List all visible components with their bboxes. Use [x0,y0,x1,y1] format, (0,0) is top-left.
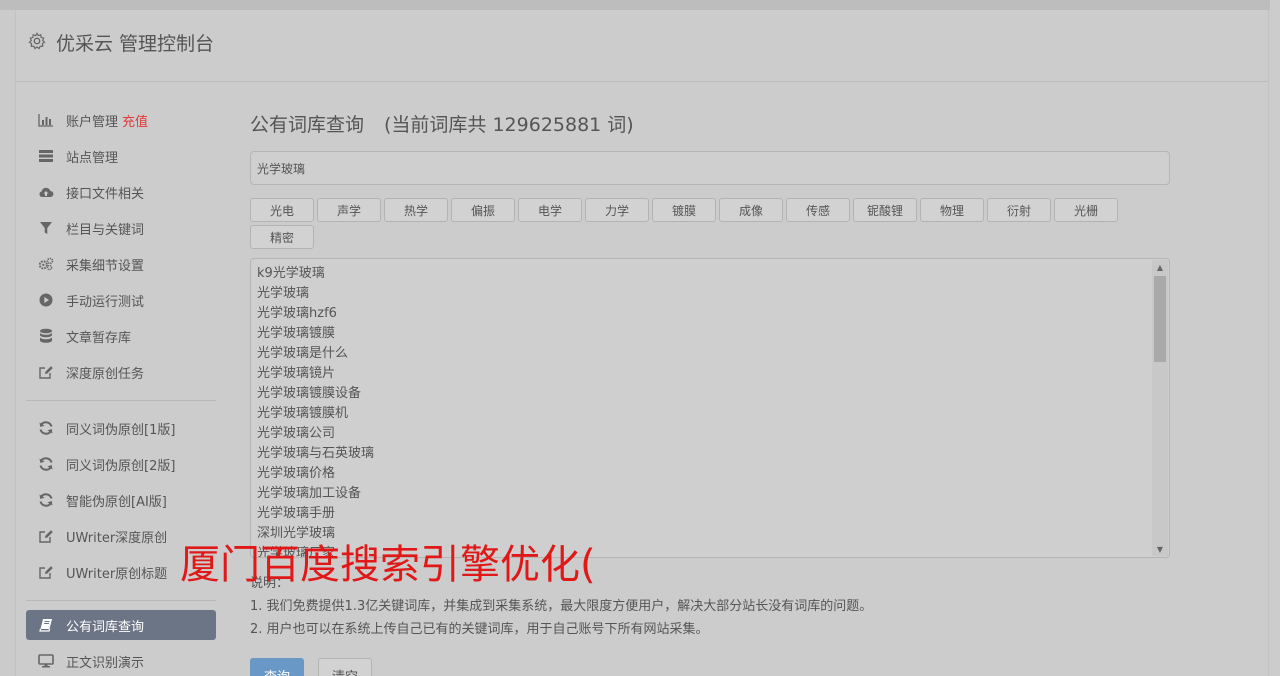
tag-button[interactable]: 光栅 [1054,198,1118,222]
refresh-icon [38,492,54,508]
scroll-thumb[interactable] [1154,276,1166,362]
gear-icon [28,32,46,50]
scroll-down-icon[interactable]: ▼ [1152,542,1168,556]
filter-icon [38,220,54,236]
sidebar-divider [26,400,216,401]
list-item: 光学玻璃镜片 [257,366,336,381]
cloud-upload-icon [38,184,54,200]
sidebar-item-label: 栏目与关键词 [66,222,145,238]
results-list[interactable]: k9光学玻璃 光学玻璃 光学玻璃hzf6 光学玻璃镀膜 光学玻璃是什么 光学玻璃镜片 光学玻… [250,258,1170,558]
top-strip [0,0,1280,10]
sidebar-item-label: 站点管理 [66,150,119,166]
sidebar-divider [26,600,216,601]
list-item: 光学玻璃 [257,286,310,301]
tag-button[interactable]: 物理 [920,198,984,222]
tag-button[interactable]: 成像 [719,198,783,222]
edit-icon [38,364,54,380]
list-item: 光学玻璃镀膜机 [257,406,349,421]
bar-chart-icon [38,112,54,128]
results-scrollbar[interactable]: ▲ ▼ [1152,260,1168,556]
tag-button[interactable]: 精密 [250,225,314,249]
sidebar-item-g1-1[interactable]: 站点管理 [26,138,216,174]
tag-button[interactable]: 镀膜 [652,198,716,222]
clear-button[interactable]: 清空 [318,658,372,676]
list-item: 光学玻璃hzf6 [257,306,337,321]
sidebar-item-g1-3[interactable]: 栏目与关键词 [26,210,216,246]
list-item: k9光学玻璃 [257,266,325,281]
list-item: 光学玻璃公司 [257,426,336,441]
edit-icon [38,564,54,580]
tag-button[interactable]: 偏振 [451,198,515,222]
list-item: 光学玻璃镀膜 [257,326,336,341]
tag-button[interactable]: 光电 [250,198,314,222]
sidebar-item-label: UWriter原创标题 [66,566,168,582]
sidebar-item-g1-5[interactable]: 手动运行测试 [26,282,216,318]
book-icon [38,617,54,633]
list-item: 光学玻璃手册 [257,506,336,521]
sidebar-item-label: 智能伪原创[AI版] [66,494,167,510]
tag-list: 光电 声学 热学 偏振 电学 力学 镀膜 成像 传感 铌酸锂 物理 衍射 光栅精密 [250,198,1130,252]
watermark-text: 厦门百度搜索引擎优化( [180,542,596,588]
scroll-up-icon[interactable]: ▲ [1152,260,1168,274]
sidebar-item-label: 接口文件相关 [66,186,145,202]
tag-button[interactable]: 力学 [585,198,649,222]
cogs-icon [38,256,54,272]
list-item: 光学玻璃价格 [257,466,336,481]
sidebar-item-label: 公有词库查询 [66,619,145,635]
server-icon [38,148,54,164]
tag-button[interactable]: 电学 [518,198,582,222]
sidebar-item-g1-4[interactable]: 采集细节设置 [26,246,216,282]
sidebar-item-label: 账户管理 [66,114,119,130]
monitor-icon [38,653,54,669]
word-count: (当前词库共 129625881 词) [384,114,634,136]
main-content: 公有词库查询 (当前词库共 129625881 词) 光电声学热学偏振电学力学镀膜… [250,110,1170,676]
play-circle-icon [38,292,54,308]
sidebar-item-label: 同义词伪原创[2版] [66,458,176,474]
sidebar-item-g1-2[interactable]: 接口文件相关 [26,174,216,210]
list-item: 光学玻璃与石英玻璃 [257,446,375,461]
note-2: 2. 用户也可以在系统上传自己已有的关键词库，用于自己账号下所有网站采集。 [250,622,709,637]
list-item: 光学玻璃镀膜设备 [257,386,362,401]
tag-button[interactable]: 传感 [786,198,850,222]
sidebar-item-label: 深度原创任务 [66,366,145,382]
list-item: 光学玻璃加工设备 [257,486,362,501]
recharge-link[interactable]: 充值 [122,111,148,130]
database-icon [38,328,54,344]
page-title: 公有词库查询 (当前词库共 129625881 词) [250,110,1170,140]
refresh-icon [38,420,54,436]
tag-button[interactable]: 热学 [384,198,448,222]
sidebar-item-g3-0[interactable]: 公有词库查询 [26,610,216,640]
tag-button[interactable]: 铌酸锂 [853,198,917,222]
sidebar-item-label: 文章暂存库 [66,330,132,346]
action-buttons: 查询 清空 [250,658,1170,676]
edit-icon [38,528,54,544]
list-item: 光学玻璃是什么 [257,346,349,361]
tag-button[interactable]: 声学 [317,198,381,222]
app-title: 优采云 管理控制台 [56,33,215,55]
sidebar-item-label: 手动运行测试 [66,294,145,310]
sidebar-item-label: 同义词伪原创[1版] [66,422,176,438]
page-scrollbar[interactable] [1270,0,1280,676]
refresh-icon [38,456,54,472]
sidebar-item-label: 正文识别演示 [66,655,145,671]
tag-button[interactable]: 衍射 [987,198,1051,222]
query-button[interactable]: 查询 [250,658,304,676]
sidebar-item-g2-2[interactable]: 智能伪原创[AI版] [26,482,216,518]
header: 优采云 管理控制台 [16,10,1268,82]
note-1: 1. 我们免费提供1.3亿关键词库，并集成到采集系统，最大限度方便用户，解决大部… [250,599,873,614]
sidebar-item-g1-7[interactable]: 深度原创任务 [26,354,216,390]
sidebar-item-g3-1[interactable]: 正文识别演示 [26,643,216,676]
sidebar-item-label: 采集细节设置 [66,258,145,274]
sidebar-item-label: UWriter深度原创 [66,530,168,546]
sidebar-item-g2-0[interactable]: 同义词伪原创[1版] [26,410,216,446]
keyword-search-input[interactable] [250,151,1170,185]
sidebar-item-g2-1[interactable]: 同义词伪原创[2版] [26,446,216,482]
sidebar-item-g1-0[interactable]: 账户管理 充值 [26,102,216,138]
sidebar-item-g1-6[interactable]: 文章暂存库 [26,318,216,354]
page-title-text: 公有词库查询 [250,114,365,136]
